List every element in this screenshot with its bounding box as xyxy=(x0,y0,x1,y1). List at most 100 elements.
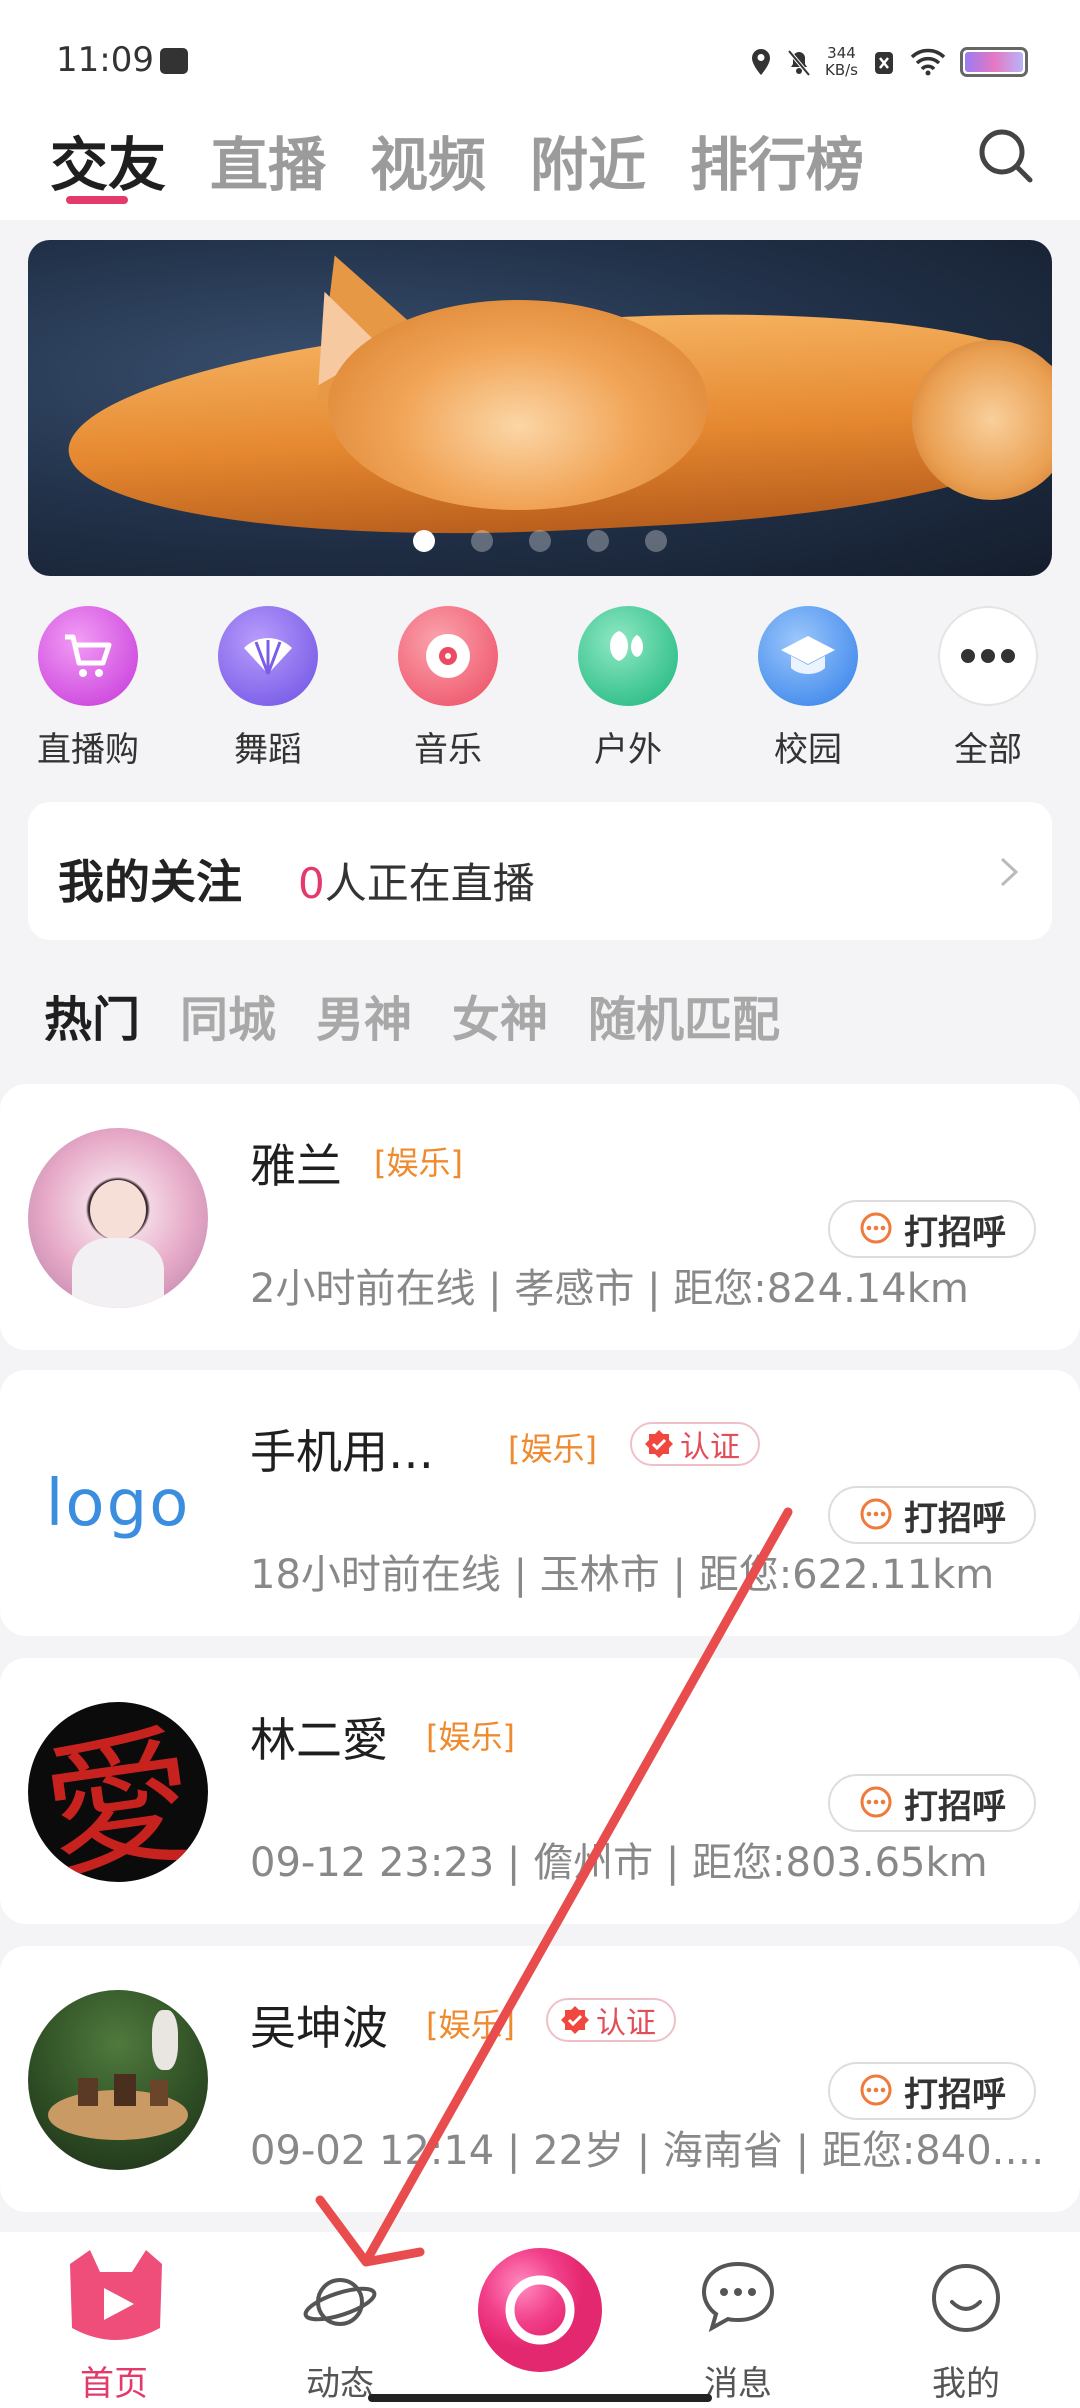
message-icon xyxy=(701,2261,775,2333)
category-yinyue[interactable]: 音乐 xyxy=(358,606,538,771)
top-tab-bar: 交友 直播 视频 附近 排行榜 xyxy=(0,110,1080,220)
smiley-face-icon xyxy=(932,2264,1000,2332)
user-name: 手机用… xyxy=(250,1425,434,1479)
avatar-calligraphy: 愛 xyxy=(33,1708,207,1882)
greet-label: 打招呼 xyxy=(904,1498,1006,1539)
nav-label: 我的 xyxy=(932,2364,1000,2404)
category-label: 音乐 xyxy=(414,730,482,770)
tab-nvshen[interactable]: 女神 xyxy=(452,980,548,1050)
leaf-icon xyxy=(578,606,678,706)
banner-dot xyxy=(645,530,667,552)
user-name: 林二愛 xyxy=(250,1713,388,1767)
status-bar: 11:09 344 KB/s xyxy=(0,0,1080,110)
user-tag: [娱乐] xyxy=(426,2006,515,2044)
net-speed-value: 344 xyxy=(827,44,856,62)
user-name: 雅兰 xyxy=(250,1139,342,1193)
filter-tab-bar: 热门 同城 男神 女神 随机匹配 xyxy=(0,980,1080,1050)
banner-dot xyxy=(471,530,493,552)
live-count: 0 xyxy=(298,859,325,908)
fan-icon xyxy=(218,606,318,706)
user-name: 吴坤波 xyxy=(250,2001,388,2055)
location-icon xyxy=(752,49,770,75)
home-indicator xyxy=(368,2394,712,2402)
banner-dot xyxy=(529,530,551,552)
greet-label: 打招呼 xyxy=(904,1212,1006,1253)
category-label: 校园 xyxy=(774,730,842,770)
chevron-right-icon xyxy=(1000,857,1019,887)
network-speed: 344 KB/s xyxy=(825,45,858,79)
clock: 11:09 xyxy=(56,40,154,80)
user-card[interactable]: logo 手机用… [娱乐] 认证 18小时前在线 | 玉林市 | 距您:622… xyxy=(0,1370,1080,1636)
category-row: 直播购 舞蹈 音乐 户外 校园 全部 xyxy=(0,606,1080,770)
live-count-suffix: 人正在直播 xyxy=(324,859,535,908)
tab-tongcheng[interactable]: 同城 xyxy=(180,980,276,1050)
verified-label: 认证 xyxy=(680,1430,740,1465)
tab-remen[interactable]: 热门 xyxy=(44,980,140,1050)
graduation-cap-icon xyxy=(758,606,858,706)
greet-button[interactable]: 打招呼 xyxy=(828,1774,1036,1832)
search-icon[interactable] xyxy=(976,126,1036,186)
greet-button[interactable]: 打招呼 xyxy=(828,1200,1036,1258)
avatar[interactable]: logo xyxy=(28,1414,208,1594)
my-follow-card[interactable]: 我的关注 0人正在直播 xyxy=(28,802,1052,940)
user-info: 09-02 12:14 | 22岁 | 海南省 | 距您:840.… xyxy=(250,2128,1045,2174)
verified-icon xyxy=(645,1430,673,1458)
category-xiaoyuan[interactable]: 校园 xyxy=(718,606,898,771)
user-card[interactable]: 雅兰 [娱乐] 2小时前在线 | 孝感市 | 距您:824.14km 打招呼 xyxy=(0,1084,1080,1350)
net-speed-unit: KB/s xyxy=(825,61,858,79)
avatar[interactable] xyxy=(28,1128,208,1308)
my-follow-title: 我的关注 xyxy=(58,855,242,909)
live-count-text: 0人正在直播 xyxy=(298,850,535,911)
verified-badge: 认证 xyxy=(546,1998,676,2042)
user-card[interactable]: 吴坤波 [娱乐] 认证 09-02 12:14 | 22岁 | 海南省 | 距您… xyxy=(0,1946,1080,2212)
tab-suijipipei[interactable]: 随机匹配 xyxy=(588,980,780,1050)
chat-bubble-icon xyxy=(860,2074,892,2106)
banner-dot xyxy=(587,530,609,552)
tab-jiaoyou[interactable]: 交友 xyxy=(50,118,166,202)
user-info: 18小时前在线 | 玉林市 | 距您:622.11km xyxy=(250,1552,995,1598)
category-label: 直播购 xyxy=(37,730,139,770)
bottom-nav: 首页 动态 消息 我的 xyxy=(0,2232,1080,2408)
mute-icon xyxy=(787,49,811,77)
tab-zhibo[interactable]: 直播 xyxy=(210,118,326,202)
banner-indicator xyxy=(28,530,1052,552)
user-tag: [娱乐] xyxy=(508,1430,597,1468)
category-label: 全部 xyxy=(954,730,1022,770)
user-card[interactable]: 愛 林二愛 [娱乐] 09-12 23:23 | 儋州市 | 距您:803.65… xyxy=(0,1658,1080,1924)
record-icon xyxy=(398,606,498,706)
category-huwai[interactable]: 户外 xyxy=(538,606,718,771)
verified-icon xyxy=(561,2006,589,2034)
active-tab-indicator xyxy=(66,196,128,204)
home-play-icon xyxy=(70,2250,162,2340)
user-info: 09-12 23:23 | 儋州市 | 距您:803.65km xyxy=(250,1840,988,1886)
category-wudao[interactable]: 舞蹈 xyxy=(178,606,358,771)
chat-bubble-icon xyxy=(860,1212,892,1244)
user-tag: [娱乐] xyxy=(426,1718,515,1756)
category-zhibogou[interactable]: 直播购 xyxy=(0,606,178,771)
category-label: 舞蹈 xyxy=(234,730,302,770)
greet-button[interactable]: 打招呼 xyxy=(828,2062,1036,2120)
category-label: 户外 xyxy=(594,730,662,770)
tab-paihangbang[interactable]: 排行榜 xyxy=(690,118,864,202)
tab-shipin[interactable]: 视频 xyxy=(370,118,486,202)
avatar[interactable]: 愛 xyxy=(28,1702,208,1882)
greet-label: 打招呼 xyxy=(904,2074,1006,2115)
camera-record-icon xyxy=(478,2248,602,2372)
avatar-logo-text: logo xyxy=(45,1467,191,1541)
banner-carousel[interactable] xyxy=(28,240,1052,576)
banner-dot xyxy=(413,530,435,552)
tab-fujin[interactable]: 附近 xyxy=(530,118,646,202)
nav-label: 首页 xyxy=(80,2364,148,2404)
tab-nanshen[interactable]: 男神 xyxy=(316,980,412,1050)
category-quanbu[interactable]: 全部 xyxy=(898,606,1078,771)
more-icon xyxy=(938,606,1038,706)
wifi-icon xyxy=(910,48,946,76)
planet-icon xyxy=(303,2278,377,2326)
greet-button[interactable]: 打招呼 xyxy=(828,1486,1036,1544)
avatar[interactable] xyxy=(28,1990,208,2170)
verified-label: 认证 xyxy=(596,2006,656,2041)
chat-bubble-icon xyxy=(860,1786,892,1818)
verified-badge: 认证 xyxy=(630,1422,760,1466)
sim-off-icon xyxy=(875,52,893,74)
cart-icon xyxy=(38,606,138,706)
